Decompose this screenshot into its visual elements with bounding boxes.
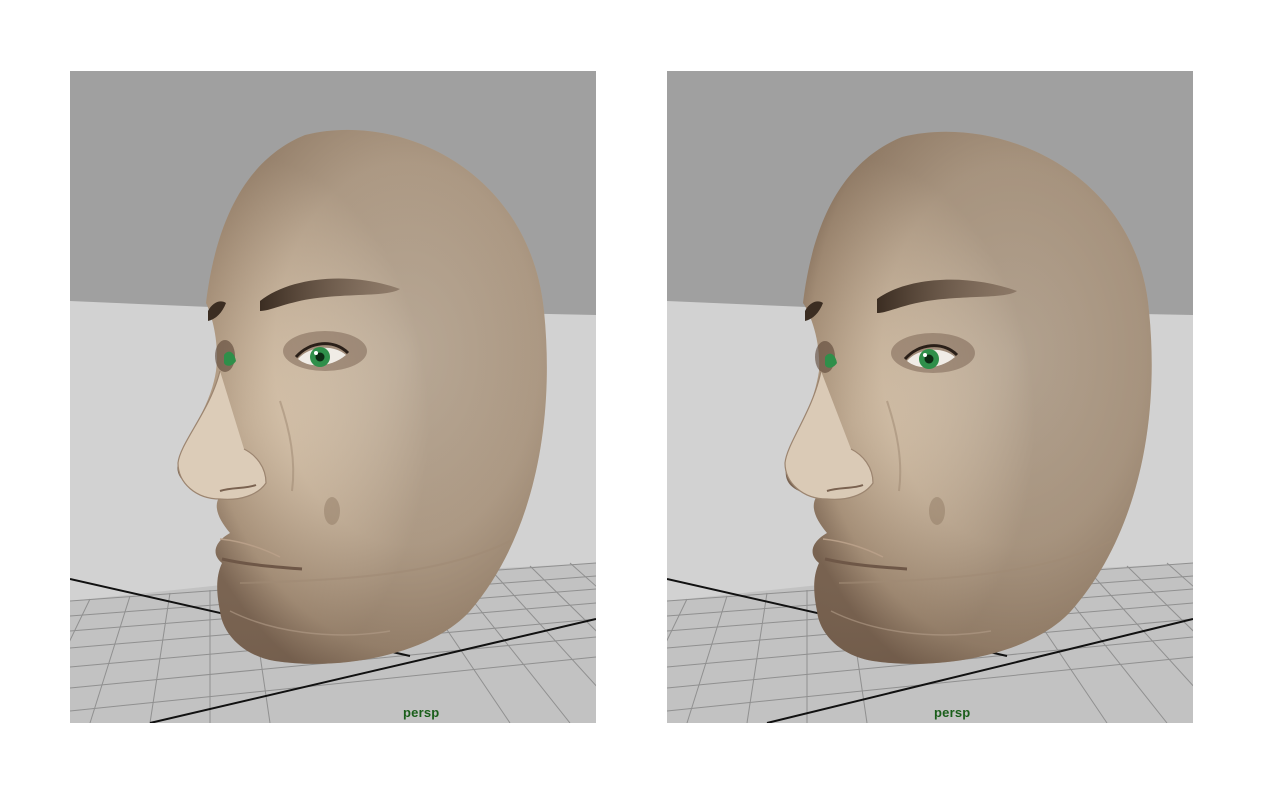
scene-right: [667, 71, 1193, 723]
page: persp persp: [0, 0, 1280, 800]
viewport-right[interactable]: persp: [667, 71, 1193, 723]
viewport-left[interactable]: persp: [70, 71, 596, 723]
scene-left: [70, 71, 596, 723]
camera-label: persp: [403, 705, 440, 720]
camera-label: persp: [934, 705, 971, 720]
